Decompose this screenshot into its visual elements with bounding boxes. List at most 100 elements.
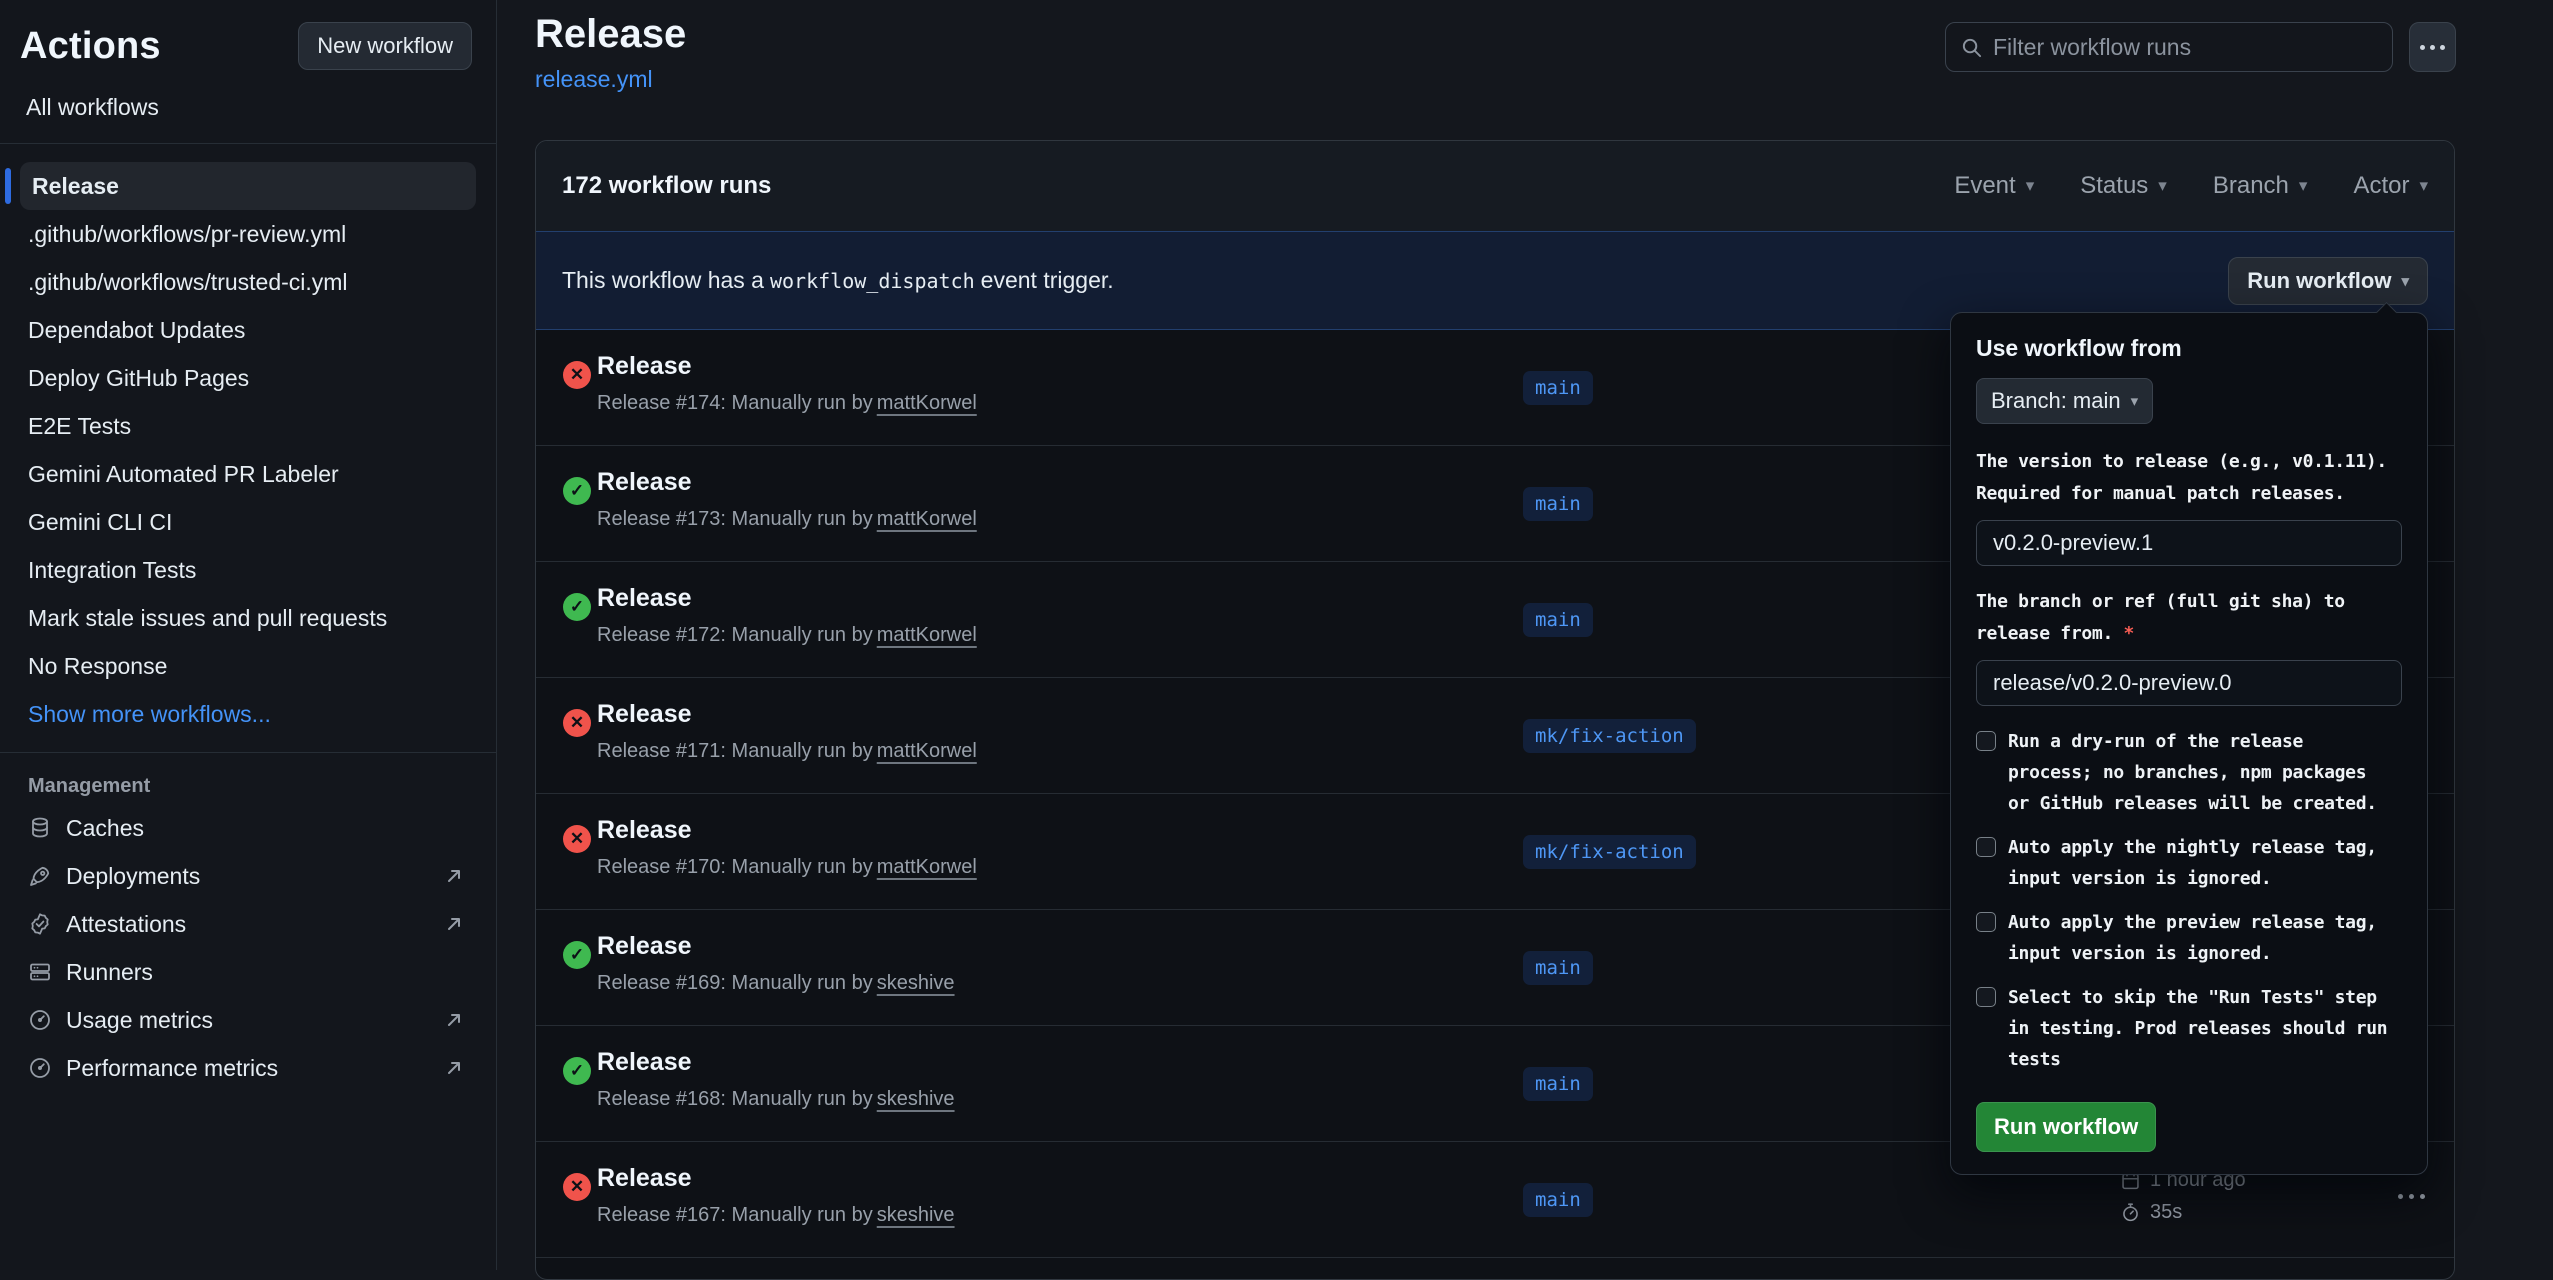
ref-input[interactable] [1976,660,2402,706]
show-more-workflows-link[interactable]: Show more workflows... [0,690,496,738]
run-actor-link[interactable]: mattKorwel [877,740,977,762]
filter-dropdown[interactable]: Actor ▾ [2353,172,2428,200]
version-input[interactable] [1976,520,2402,566]
sidebar-management-item[interactable]: Attestations [0,900,496,948]
runs-count: 172 workflow runs [562,172,771,200]
checkbox[interactable] [1976,837,1996,857]
stopwatch-icon [2120,1202,2141,1223]
branch-selector-button[interactable]: Branch: main ▾ [1976,378,2153,424]
sidebar-management-item[interactable]: Usage metrics [0,996,496,1044]
required-asterisk: * [2124,623,2135,644]
sidebar-management-item[interactable]: Runners [0,948,496,996]
sidebar-management-item[interactable]: Caches [0,804,496,852]
run-status-icon [563,361,591,389]
workflow-options-kebab-button[interactable] [2409,22,2456,72]
run-title-link[interactable]: Release [597,1164,692,1193]
workflow-label: Mark stale issues and pull requests [28,605,387,632]
run-status-icon [563,941,591,969]
sidebar-workflow-item[interactable]: .github/workflows/trusted-ci.yml [0,258,496,306]
filter-workflow-runs-box [1945,22,2393,72]
external-link-icon [442,864,466,888]
external-link-icon [442,1008,466,1032]
filter-dropdown[interactable]: Event ▾ [1954,172,2034,200]
checkbox[interactable] [1976,731,1996,751]
filter-dropdown[interactable]: Branch ▾ [2213,172,2308,200]
run-actor-link[interactable]: mattKorwel [877,624,977,646]
chevron-down-icon: ▾ [2401,272,2409,290]
checkbox[interactable] [1976,912,1996,932]
run-title-link[interactable]: Release [597,932,692,961]
branch-badge[interactable]: main [1523,951,1593,985]
checkbox-row: Select to skip the "Run Tests" step in t… [1976,982,2402,1075]
run-kebab-button[interactable] [2398,1194,2425,1199]
run-actor-link[interactable]: skeshive [877,1088,955,1110]
sidebar-workflow-item[interactable]: Deploy GitHub Pages [0,354,496,402]
branch-badge[interactable]: main [1523,603,1593,637]
sidebar-workflow-item[interactable]: Release [20,162,476,210]
branch-badge[interactable]: main [1523,1183,1593,1217]
run-workflow-submit-button[interactable]: Run workflow [1976,1102,2156,1152]
sidebar-workflow-item[interactable]: .github/workflows/pr-review.yml [0,210,496,258]
workflow-label: No Response [28,653,167,680]
banner-text: This workflow has aworkflow_dispatcheven… [562,267,1114,294]
sidebar-management-item[interactable]: Deployments [0,852,496,900]
checkbox-label: Auto apply the preview release tag, inpu… [2008,907,2394,969]
management-section-label: Management [0,753,496,804]
runs-filters: Event ▾ Status ▾ Branch ▾ Actor ▾ [1954,172,2428,200]
ref-field-description: The branch or ref (full git sha) to rele… [1976,586,2402,650]
run-actor-link[interactable]: mattKorwel [877,508,977,530]
sidebar-workflow-item[interactable]: Gemini Automated PR Labeler [0,450,496,498]
run-description: Release #173: Manually run bymattKorwel [597,508,977,531]
branch-badge[interactable]: main [1523,1067,1593,1101]
run-actor-link[interactable]: mattKorwel [877,392,977,414]
external-link-icon [442,912,466,936]
page-title: Release [535,12,686,57]
sidebar-workflow-item[interactable]: Mark stale issues and pull requests [0,594,496,642]
run-title-link[interactable]: Release [597,584,692,613]
run-actor-link[interactable]: skeshive [877,1204,955,1226]
workflow-file-link[interactable]: release.yml [535,66,653,93]
branch-badge[interactable]: main [1523,487,1593,521]
checkbox-row: Auto apply the nightly release tag, inpu… [1976,832,2402,894]
run-status-icon [563,825,591,853]
sidebar-workflow-item[interactable]: Integration Tests [0,546,496,594]
runs-panel-header: 172 workflow runs Event ▾ Status ▾ Branc… [536,141,2454,231]
management-item-label: Usage metrics [66,1007,213,1034]
run-status-icon [563,1173,591,1201]
run-actor-link[interactable]: skeshive [877,972,955,994]
run-title-link[interactable]: Release [597,468,692,497]
workflow-label: Release [32,173,119,200]
branch-badge[interactable]: mk/fix-action [1523,719,1696,753]
new-workflow-button[interactable]: New workflow [298,22,472,70]
run-title-link[interactable]: Release [597,816,692,845]
workflow-label: .github/workflows/trusted-ci.yml [28,269,348,296]
management-item-icon [28,1056,52,1080]
selected-indicator [5,168,11,204]
sidebar-item-all-workflows[interactable]: All workflows [0,82,496,135]
actions-sidebar: Actions New workflow All workflows Relea… [0,0,497,1270]
run-title-link[interactable]: Release [597,1048,692,1077]
filter-workflow-runs-input[interactable] [1993,34,2378,61]
chevron-down-icon: ▾ [2299,176,2308,196]
sidebar-management-item[interactable]: Performance metrics [0,1044,496,1092]
branch-badge[interactable]: mk/fix-action [1523,835,1696,869]
run-description: Release #168: Manually run byskeshive [597,1088,955,1111]
branch-badge[interactable]: main [1523,371,1593,405]
management-item-label: Attestations [66,911,186,938]
management-item-icon [28,912,52,936]
sidebar-workflow-item[interactable]: Gemini CLI CI [0,498,496,546]
run-actor-link[interactable]: mattKorwel [877,856,977,878]
run-description: Release #174: Manually run bymattKorwel [597,392,977,415]
run-workflow-dropdown-button[interactable]: Run workflow ▾ [2228,257,2428,305]
sidebar-workflow-item[interactable]: Dependabot Updates [0,306,496,354]
sidebar-workflow-item[interactable]: E2E Tests [0,402,496,450]
run-title-link[interactable]: Release [597,700,692,729]
popup-heading: Use workflow from [1976,335,2402,362]
run-title-link[interactable]: Release [597,352,692,381]
management-item-label: Caches [66,815,144,842]
filter-dropdown[interactable]: Status ▾ [2080,172,2167,200]
checkbox[interactable] [1976,987,1996,1007]
sidebar-workflow-item[interactable]: No Response [0,642,496,690]
kebab-dot [2420,45,2425,50]
management-item-icon [28,1008,52,1032]
